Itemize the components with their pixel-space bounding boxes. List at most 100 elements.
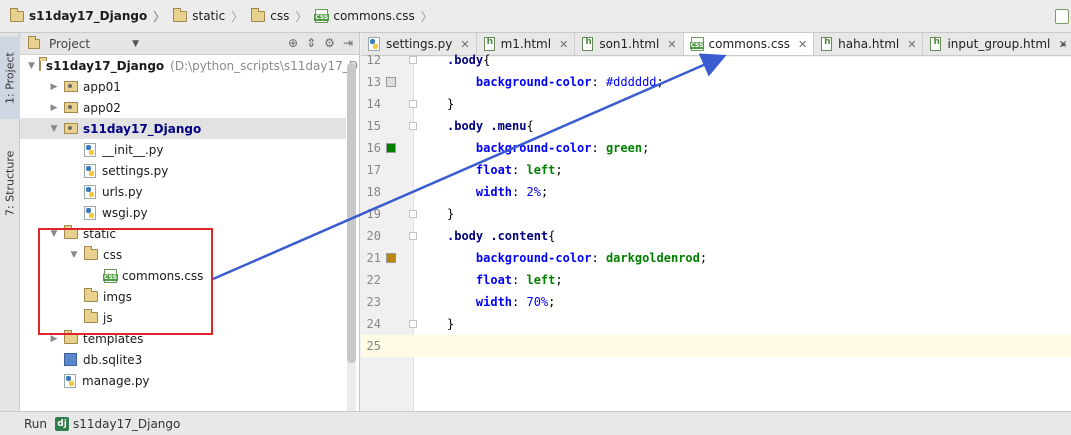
code-token: { (548, 229, 556, 243)
code-token: : (512, 273, 527, 287)
code-token: } (447, 97, 455, 111)
fold-marker-icon[interactable] (409, 210, 417, 218)
code-line[interactable]: 24} (361, 313, 1071, 335)
code-text: .body .content{ (447, 229, 555, 243)
collapse-arrow-icon[interactable]: ▼ (68, 250, 80, 260)
structure-tool-tab[interactable]: 7: Structure (0, 128, 20, 238)
scroll-from-source-icon[interactable]: ⊕ (288, 36, 298, 50)
project-view-selector[interactable]: Project (49, 37, 90, 51)
code-line[interactable]: 25 (361, 335, 1071, 357)
collapse-arrow-icon[interactable]: ▼ (48, 124, 60, 134)
folder-icon (173, 7, 188, 22)
project-panel-header: Project ▼ ⊕ ⇕ ⚙ ⇥ (20, 33, 359, 55)
run-tool-label[interactable]: Run (24, 417, 47, 431)
code-token: green (605, 141, 643, 155)
chevron-down-icon[interactable]: ▼ (132, 39, 139, 49)
code-line[interactable]: 14} (361, 93, 1071, 115)
line-number: 20 (366, 229, 381, 243)
code-line[interactable]: 12 .body{ (361, 49, 1071, 71)
line-number: 23 (366, 295, 381, 309)
hide-panel-icon[interactable]: ⇥ (343, 36, 353, 50)
tree-item[interactable]: ▼ static (20, 223, 346, 244)
code-token: .body (447, 53, 484, 67)
python-file-icon (84, 184, 96, 199)
breadcrumb-label: s11day17_Django (29, 9, 148, 23)
tree-item[interactable]: ▶ app01 (20, 76, 346, 97)
fold-marker-icon[interactable] (409, 232, 417, 240)
expand-arrow-icon[interactable]: ▶ (48, 82, 60, 92)
python-file-icon (84, 163, 96, 178)
color-swatch-icon[interactable] (386, 77, 396, 87)
tree-item-label: s11day17_Django (83, 121, 202, 136)
tree-item[interactable]: manage.py (20, 370, 346, 391)
line-number: 21 (366, 251, 381, 265)
color-swatch-icon[interactable] (386, 143, 396, 153)
breadcrumb-item[interactable]: static 〉 (169, 5, 247, 27)
line-number: 22 (366, 273, 381, 287)
fold-marker-icon[interactable] (409, 100, 417, 108)
collapse-arrow-icon[interactable]: ▼ (28, 61, 35, 71)
tree-item[interactable]: commons.css (20, 265, 346, 286)
fold-marker-icon[interactable] (409, 122, 417, 130)
run-config-label[interactable]: s11day17_Django (73, 417, 180, 431)
expand-arrow-icon[interactable]: ▶ (48, 103, 60, 113)
tree-item[interactable]: urls.py (20, 181, 346, 202)
tree-item-label: static (83, 226, 116, 241)
line-number: 25 (366, 339, 381, 353)
tree-item-label: s11day17_Django (45, 58, 165, 73)
code-token: } (447, 317, 455, 331)
fold-marker-icon[interactable] (409, 320, 417, 328)
code-line[interactable]: 13 background-color: #dddddd; (361, 71, 1071, 93)
code-text: width: 70%; (447, 295, 556, 309)
code-editor[interactable]: 12 .body{13 background-color: #dddddd; 14}… (361, 53, 1071, 411)
breadcrumb-item[interactable]: s11day17_Django 〉 (6, 5, 169, 27)
color-swatch-icon[interactable] (386, 253, 396, 263)
code-line[interactable]: 22 float: left; (361, 269, 1071, 291)
project-tool-tab[interactable]: 1: Project (0, 37, 20, 119)
tree-item[interactable]: imgs (20, 286, 346, 307)
scrollbar-thumb[interactable] (347, 63, 356, 363)
gear-icon[interactable]: ⚙ (324, 36, 335, 50)
project-scrollbar[interactable] (347, 63, 356, 413)
code-line[interactable]: 18 width: 2%; (361, 181, 1071, 203)
code-line[interactable]: 15 .body .menu{ (361, 115, 1071, 137)
fold-marker-icon[interactable] (409, 56, 417, 64)
breadcrumb-item[interactable]: css 〉 (247, 5, 311, 27)
code-line[interactable]: 16 background-color: green; (361, 137, 1071, 159)
tree-item-label: js (103, 310, 113, 325)
tree-item[interactable]: settings.py (20, 160, 346, 181)
code-token: { (526, 119, 534, 133)
code-token: : (512, 163, 527, 177)
code-token: left (526, 273, 556, 287)
code-line[interactable]: 17 float: left; (361, 159, 1071, 181)
tree-item[interactable]: __init__.py (20, 139, 346, 160)
collapse-all-icon[interactable]: ⇕ (306, 36, 316, 50)
tree-item-label: templates (83, 331, 144, 346)
tree-item-label: css (103, 247, 123, 262)
tree-item[interactable]: ▼ s11day17_Django (D:\python_scripts\s11da… (20, 55, 358, 76)
tree-item[interactable]: ▶ app02 (20, 97, 346, 118)
code-line[interactable]: 23 width: 70%; (361, 291, 1071, 313)
tree-item[interactable]: ▼ s11day17_Django (20, 118, 346, 139)
code-token: } (447, 207, 455, 221)
tree-item[interactable]: db.sqlite3 (20, 349, 346, 370)
collapse-arrow-icon[interactable]: ▼ (48, 229, 60, 239)
tree-item[interactable]: wsgi.py (20, 202, 346, 223)
line-number: 16 (366, 141, 381, 155)
tree-item[interactable]: ▶ templates (20, 328, 346, 349)
tree-item[interactable]: js (20, 307, 346, 328)
code-line[interactable]: 19} (361, 203, 1071, 225)
code-token: #dddddd (605, 75, 657, 89)
tree-item-label: commons.css (122, 268, 204, 283)
folder-icon (10, 7, 24, 22)
expand-arrow-icon[interactable]: ▶ (48, 334, 60, 344)
folder-icon (84, 288, 98, 302)
breadcrumb-item[interactable]: commons.css 〉 (311, 5, 436, 27)
code-line[interactable]: 21 background-color: darkgoldenrod; (361, 247, 1071, 269)
tree-item[interactable]: ▼ css (20, 244, 346, 265)
code-line[interactable]: 20 .body .content{ (361, 225, 1071, 247)
run-config-icon[interactable] (1055, 9, 1069, 24)
